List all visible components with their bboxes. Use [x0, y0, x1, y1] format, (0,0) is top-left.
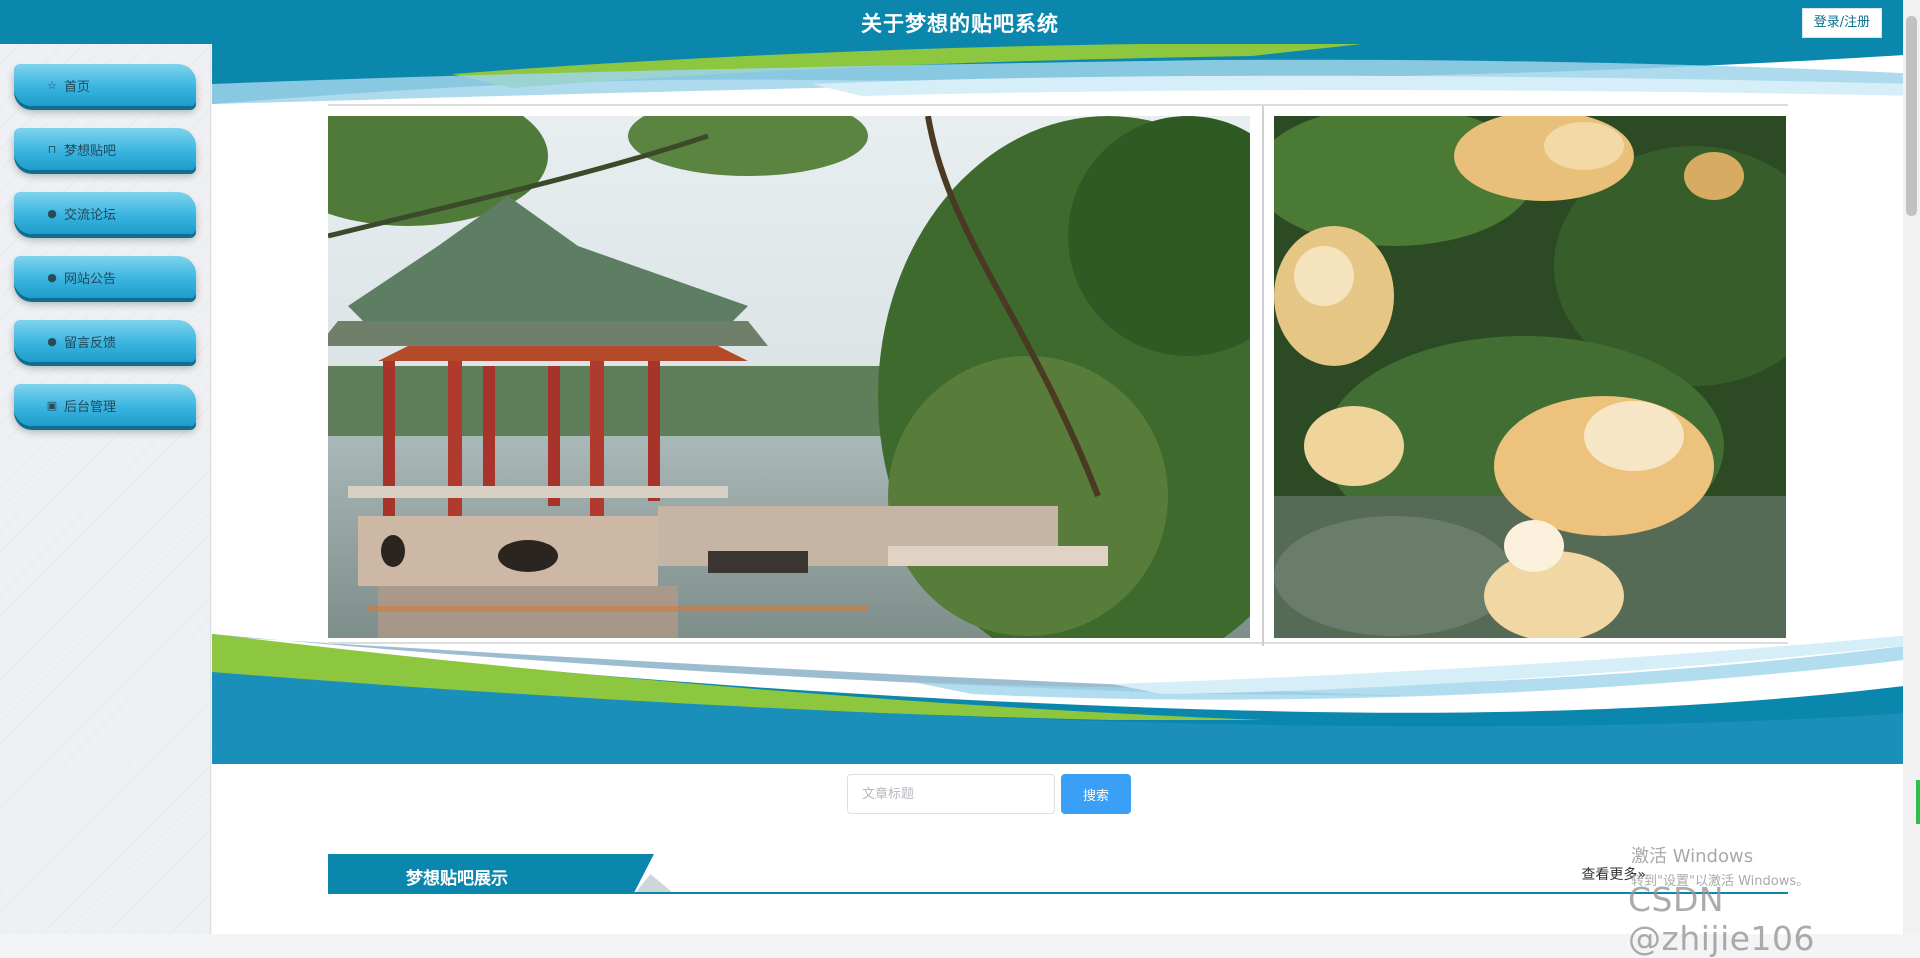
sidebar-item-label: 梦想贴吧: [64, 143, 117, 159]
activation-title: 激活 Windows: [1631, 846, 1754, 867]
carousel-slide-flowers: [1274, 116, 1786, 638]
carousel-dots: [1033, 655, 1079, 665]
top-bar: 关于梦想的贴吧系统 登录/注册: [0, 0, 1920, 44]
sidebar-item-dream-forum[interactable]: ⊓ 梦想贴吧: [14, 128, 196, 170]
sidebar-item-label: 留言反馈: [64, 335, 117, 351]
star-icon: ☆: [47, 78, 57, 92]
pavilion-lake-image: [328, 116, 1250, 638]
scroll-indicator: [1916, 780, 1920, 824]
carousel-dot[interactable]: [1051, 655, 1061, 665]
banner: [212, 44, 1920, 764]
flowers-image: [1274, 116, 1786, 638]
sidebar-item-label: 后台管理: [64, 399, 117, 415]
image-carousel[interactable]: [328, 104, 1788, 665]
carousel-dot[interactable]: [1069, 655, 1079, 665]
info-circle-icon: ●: [47, 206, 57, 220]
sidebar-item-discussion[interactable]: ● 交流论坛: [14, 192, 196, 234]
sidebar-item-label: 交流论坛: [64, 207, 117, 223]
info-circle-icon: ●: [47, 334, 57, 348]
sidebar-item-label: 网站公告: [64, 271, 117, 287]
section-title: 梦想贴吧展示: [406, 869, 508, 889]
search-button[interactable]: 搜索: [1061, 774, 1131, 814]
article-title-search-input[interactable]: [847, 774, 1055, 814]
page-scrollbar[interactable]: [1903, 0, 1920, 934]
lock-icon: ⊓: [47, 142, 57, 156]
slide-divider: [1262, 106, 1264, 646]
carousel-dot[interactable]: [1033, 655, 1043, 665]
main-content: 搜索 梦想贴吧展示 查看更多»: [212, 44, 1920, 934]
sidebar-item-announcements[interactable]: ● 网站公告: [14, 256, 196, 298]
scrollbar-thumb[interactable]: [1906, 16, 1917, 216]
search-bar: 搜索: [847, 774, 1131, 814]
login-register-button[interactable]: 登录/注册: [1802, 8, 1882, 38]
question-circle-icon: ●: [47, 270, 57, 284]
section-header: 梦想贴吧展示 查看更多»: [328, 854, 1788, 894]
sidebar-item-admin[interactable]: ▣ 后台管理: [14, 384, 196, 426]
sidebar-item-feedback[interactable]: ● 留言反馈: [14, 320, 196, 362]
carousel-slide-pavilion: [328, 116, 1250, 638]
briefcase-icon: ▣: [46, 398, 58, 412]
sidebar: ☆ 首页 ⊓ 梦想贴吧 ● 交流论坛 ● 网站公告 ● 留言反馈 ▣ 后台管理: [0, 44, 211, 934]
csdn-watermark: CSDN @zhijie106: [1628, 880, 1816, 958]
app-title: 关于梦想的贴吧系统: [861, 12, 1059, 36]
sidebar-item-home[interactable]: ☆ 首页: [14, 64, 196, 106]
sidebar-item-label: 首页: [64, 79, 91, 95]
